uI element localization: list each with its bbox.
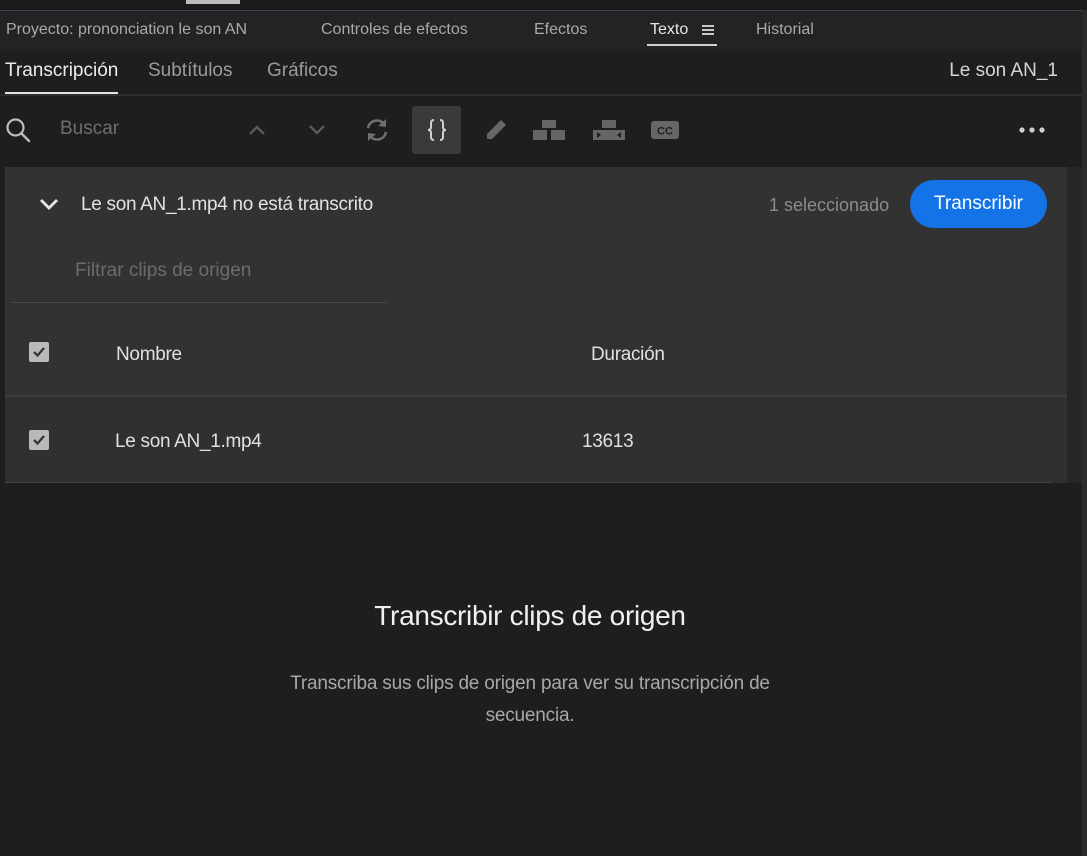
split-segment-icon[interactable] xyxy=(530,106,568,154)
table-bottom-divider xyxy=(5,482,1051,483)
row-checkbox[interactable] xyxy=(29,430,49,450)
window-right-frame xyxy=(1082,10,1087,856)
column-header-duration[interactable]: Duración xyxy=(591,344,665,366)
tab-transcription[interactable]: Transcripción xyxy=(5,51,119,94)
tab-effects[interactable]: Efectos xyxy=(534,11,587,51)
selected-count: 1 seleccionado xyxy=(769,195,890,215)
merge-segment-icon[interactable] xyxy=(590,106,628,154)
svg-text:CC: CC xyxy=(657,126,673,138)
tab-graphics[interactable]: Gráficos xyxy=(267,51,338,94)
filter-underline xyxy=(11,302,387,303)
pencil-icon[interactable] xyxy=(482,106,510,154)
panel-drag-indicator xyxy=(186,0,240,4)
tab-effects-label: Efectos xyxy=(534,21,588,38)
search-input[interactable] xyxy=(58,111,232,147)
tab-captions[interactable]: Subtítulos xyxy=(148,51,233,94)
tab-history[interactable]: Historial xyxy=(756,11,814,51)
search-icon[interactable] xyxy=(4,106,32,154)
table-row[interactable]: Le son AN_1.mp4 13613 xyxy=(5,397,1067,483)
transcribe-status-title: Le son AN_1.mp4 no está transcrito xyxy=(81,194,373,215)
column-header-name[interactable]: Nombre xyxy=(116,344,182,366)
collapse-chevron-icon[interactable] xyxy=(38,197,60,216)
sequence-name: Le son AN_1 xyxy=(949,60,1058,81)
tab-effect-controls-label: Controles de efectos xyxy=(321,21,468,38)
tab-text-label: Texto xyxy=(650,21,689,38)
select-all-checkbox[interactable] xyxy=(29,342,49,362)
text-panel-sub-tabs: Transcripción Subtítulos Gráficos Le son… xyxy=(0,51,1082,96)
panel-scroll-track xyxy=(1067,167,1082,483)
table-header: Nombre Duración xyxy=(5,327,1067,395)
panel-tab-bar: Proyecto: prononciation le son AN Contro… xyxy=(0,11,1082,51)
chevron-down-icon[interactable] xyxy=(304,106,330,154)
tab-captions-label: Subtítulos xyxy=(148,60,233,81)
row-clip-name: Le son AN_1.mp4 xyxy=(115,431,262,452)
transcribe-button[interactable]: Transcribir xyxy=(910,180,1047,228)
captions-icon[interactable]: CC xyxy=(650,106,680,154)
tab-history-label: Historial xyxy=(756,21,814,38)
tab-project[interactable]: Proyecto: prononciation le son AN xyxy=(6,11,247,51)
transcribe-panel-header: Le son AN_1.mp4 no está transcrito 1 sel… xyxy=(5,167,1067,247)
chevron-up-icon[interactable] xyxy=(244,106,270,154)
hamburger-menu-icon[interactable] xyxy=(702,23,715,38)
row-clip-duration: 13613 xyxy=(582,431,634,452)
empty-state-title: Transcribir clips de origen xyxy=(374,600,686,631)
tab-transcription-label: Transcripción xyxy=(5,60,119,81)
transcribe-source-panel: Le son AN_1.mp4 no está transcrito 1 sel… xyxy=(5,167,1067,483)
refresh-icon[interactable] xyxy=(362,106,392,154)
empty-state-description: Transcriba sus clips de origen para ver … xyxy=(290,673,770,726)
braces-icon[interactable] xyxy=(412,106,461,154)
tab-project-label: Proyecto: prononciation le son AN xyxy=(6,21,248,38)
tab-graphics-label: Gráficos xyxy=(267,60,338,81)
tab-text[interactable]: Texto xyxy=(646,11,718,51)
filter-source-clips-input[interactable] xyxy=(73,254,387,288)
more-options-icon[interactable] xyxy=(1016,106,1048,154)
transcript-toolbar: CC xyxy=(0,96,1082,166)
tab-effect-controls[interactable]: Controles de efectos xyxy=(321,11,468,51)
window-top-frame xyxy=(0,0,1087,11)
